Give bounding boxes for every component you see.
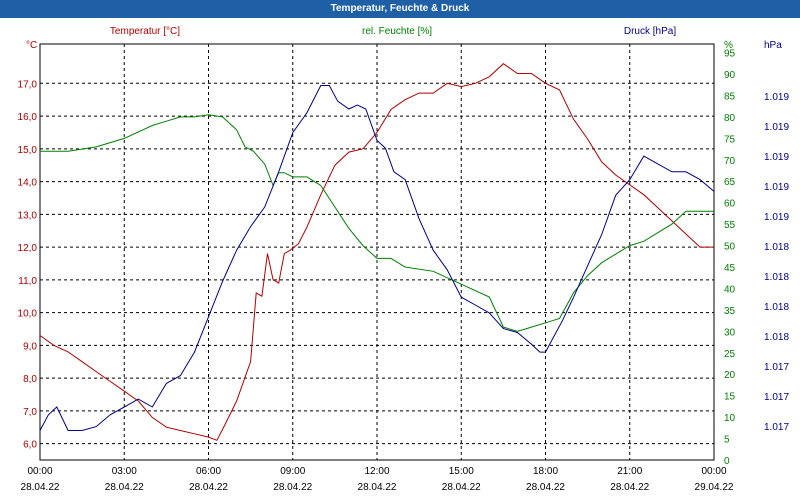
y-tick-humidity: 0 (724, 456, 730, 467)
x-tick-time: 03:00 (112, 466, 137, 477)
x-tick-time: 12:00 (364, 466, 389, 477)
y-tick-temperature: 16,0 (18, 112, 38, 123)
legend-pressure: Druck [hPa] (624, 26, 676, 37)
y-tick-temperature: 12,0 (18, 243, 38, 254)
y-tick-humidity: 65 (724, 177, 736, 188)
x-tick-date: 28.04.22 (610, 482, 649, 493)
y-tick-pressure: 1.019 (764, 182, 789, 193)
y-tick-humidity: 30 (724, 327, 736, 338)
x-tick-time: 00:00 (27, 466, 52, 477)
x-tick-date: 28.04.22 (21, 482, 60, 493)
y-tick-humidity: 75 (724, 134, 736, 145)
y-tick-pressure: 1.018 (764, 332, 789, 343)
y-tick-temperature: 7,0 (23, 407, 37, 418)
x-tick-time: 21:00 (617, 466, 642, 477)
y-tick-temperature: 10,0 (18, 309, 38, 320)
y-tick-temperature: 15,0 (18, 145, 38, 156)
y-tick-humidity: 25 (724, 349, 736, 360)
y-tick-humidity: 50 (724, 242, 736, 253)
x-tick-time: 00:00 (701, 466, 726, 477)
x-tick-date: 28.04.22 (105, 482, 144, 493)
y-tick-humidity: 90 (724, 70, 736, 81)
y-tick-humidity: 35 (724, 306, 736, 317)
y-tick-pressure: 1.019 (764, 92, 789, 103)
y-tick-temperature: 14,0 (18, 178, 38, 189)
y-tick-humidity: 15 (724, 392, 736, 403)
y-tick-humidity: 40 (724, 284, 736, 295)
x-tick-time: 09:00 (280, 466, 305, 477)
y-tick-humidity: 70 (724, 156, 736, 167)
y-tick-temperature: 11,0 (18, 276, 37, 287)
x-tick-date: 28.04.22 (526, 482, 565, 493)
y-tick-humidity: 55 (724, 220, 736, 231)
x-tick-date: 28.04.22 (273, 482, 312, 493)
y-tick-humidity: 60 (724, 199, 736, 210)
y-tick-pressure: 1.018 (764, 272, 789, 283)
y-tick-pressure: 1.019 (764, 122, 789, 133)
x-tick-date: 29.04.22 (695, 482, 734, 493)
pressure-unit-label: hPa (764, 40, 782, 51)
x-tick-date: 28.04.22 (442, 482, 481, 493)
y-tick-temperature: 13,0 (18, 210, 38, 221)
y-tick-pressure: 1.019 (764, 212, 789, 223)
y-tick-humidity: 5 (724, 435, 730, 446)
x-tick-date: 28.04.22 (189, 482, 228, 493)
y-tick-temperature: 8,0 (23, 374, 37, 385)
legend-temperature: Temperatur [°C] (110, 26, 180, 37)
y-tick-pressure: 1.017 (764, 422, 789, 433)
y-tick-humidity: 85 (724, 91, 736, 102)
y-tick-temperature: 6,0 (23, 440, 37, 451)
x-tick-time: 06:00 (196, 466, 221, 477)
y-tick-pressure: 1.017 (764, 362, 789, 373)
chart-canvas: 00:00 28.04.22 03:00 28.04.22 06:00 28.04.22 0… (18, 26, 790, 493)
humidity-unit-label: % (724, 40, 733, 51)
legend-humidity: rel. Feuchte [%] (362, 26, 432, 37)
y-tick-pressure: 1.018 (764, 302, 789, 313)
y-tick-pressure: 1.017 (764, 392, 789, 403)
y-tick-humidity: 10 (724, 413, 736, 424)
y-tick-pressure: 1.018 (764, 242, 789, 253)
x-tick-time: 15:00 (449, 466, 474, 477)
temperature-unit-label: °C (26, 40, 37, 51)
y-tick-temperature: 17,0 (18, 79, 38, 90)
y-tick-humidity: 20 (724, 370, 736, 381)
chart-title: Temperatur, Feuchte & Druck (0, 0, 800, 18)
y-tick-humidity: 45 (724, 263, 736, 274)
x-tick-date: 28.04.22 (358, 482, 397, 493)
y-tick-humidity: 80 (724, 113, 736, 124)
y-tick-pressure: 1.019 (764, 152, 789, 163)
x-tick-time: 18:00 (533, 466, 558, 477)
y-tick-temperature: 9,0 (23, 341, 37, 352)
